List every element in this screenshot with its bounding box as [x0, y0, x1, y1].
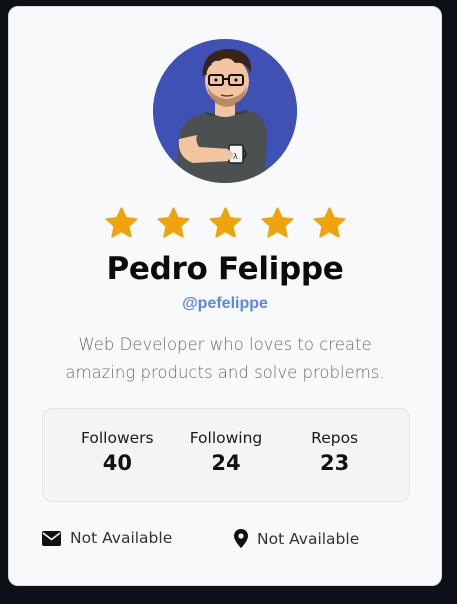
- contact-location: Not Available: [234, 529, 359, 548]
- profile-bio: Web Developer who loves to create amazin…: [65, 335, 385, 382]
- avatar-illustration: λ: [153, 39, 297, 183]
- star-icon: [260, 207, 295, 240]
- map-pin-icon: [234, 529, 248, 548]
- email-text: Not Available: [70, 529, 173, 547]
- stat-following: Following 24: [176, 409, 276, 501]
- rating-stars: [9, 207, 441, 240]
- stat-value: 40: [102, 451, 132, 475]
- stats-panel: Followers 40 Following 24 Repos 23: [42, 408, 410, 502]
- avatar: λ: [153, 39, 297, 183]
- profile-card: λ Pedro Felippe @pefelippe Web Developer…: [8, 6, 442, 586]
- stat-label: Repos: [311, 429, 359, 447]
- star-icon: [312, 207, 347, 240]
- profile-handle-link[interactable]: @pefelippe: [9, 295, 441, 313]
- star-icon: [104, 207, 139, 240]
- stat-value: 23: [320, 451, 350, 475]
- stat-repos: Repos 23: [285, 409, 385, 501]
- star-icon: [208, 207, 243, 240]
- contact-email: Not Available: [42, 529, 172, 547]
- profile-name: Pedro Felippe: [106, 251, 344, 287]
- svg-text:λ: λ: [233, 152, 238, 161]
- location-text: Not Available: [257, 529, 360, 548]
- star-icon: [156, 207, 191, 240]
- envelope-icon: [42, 530, 61, 546]
- stat-label: Followers: [81, 429, 154, 447]
- stat-label: Following: [189, 429, 263, 447]
- stat-value: 24: [211, 451, 241, 475]
- stat-followers: Followers 40: [67, 409, 167, 501]
